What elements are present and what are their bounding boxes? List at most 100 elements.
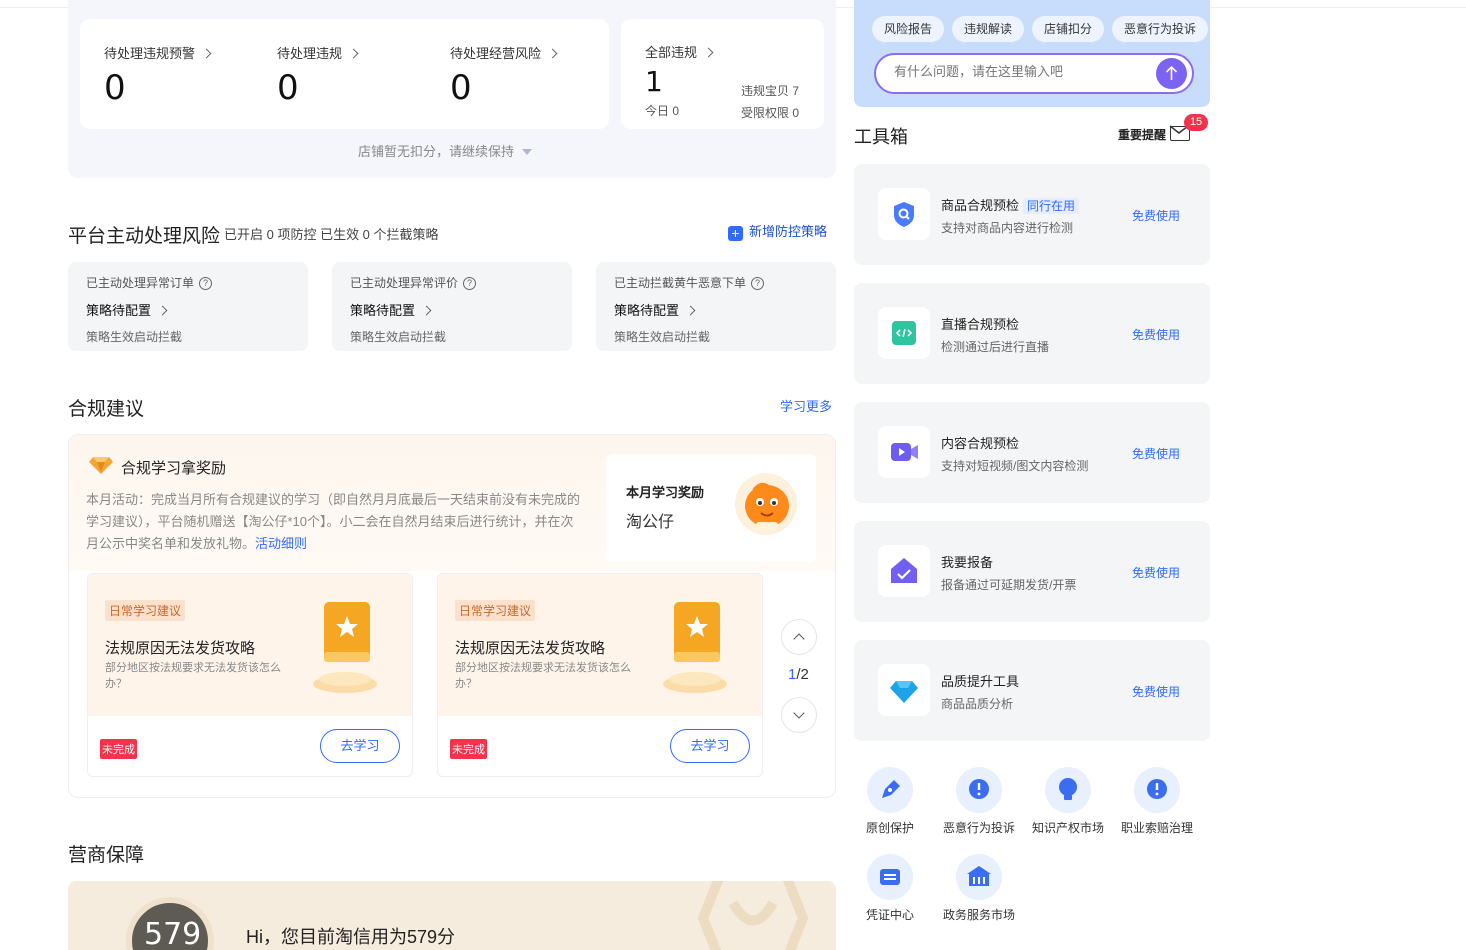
voucher-icon <box>867 854 913 900</box>
learning-tag: 日常学习建议 <box>455 600 536 621</box>
tool-sub: 报备通过可延期发货/开票 <box>941 578 1077 592</box>
credit-banner: 579 Hi，您目前淘信用为579分 <box>68 881 836 950</box>
free-use-link[interactable]: 免费使用 <box>1132 564 1180 581</box>
chevron-right-icon <box>348 48 359 59</box>
stat-violation[interactable]: 待处理违规 0 <box>277 43 359 108</box>
stat-risk-value: 0 <box>450 68 472 108</box>
tool-product-check[interactable]: 商品合规预检 同行在用 支持对商品内容进行检测 免费使用 <box>854 164 1210 265</box>
tool-sub: 检测通过后进行直播 <box>941 340 1050 354</box>
shield-watermark-icon <box>697 881 809 950</box>
risk-card-scalpers[interactable]: 已主动拦截黄牛恶意下单? 策略待配置 策略生效启动拦截 <box>596 262 836 351</box>
today-count: 今日 0 <box>645 104 680 118</box>
violation-baby-count: 违规宝贝 7 <box>741 84 800 98</box>
risk-card-sub: 策略生效启动拦截 <box>614 330 711 344</box>
monthly-reward-prize: 淘公仔 <box>626 514 675 531</box>
platform-risk-desc: 已开启 0 项防控 已生效 0 个拦截策略 <box>224 227 439 242</box>
risk-card-sub: 策略生效启动拦截 <box>350 330 447 344</box>
compliance-title: 合规建议 <box>68 399 145 420</box>
risk-card-orders[interactable]: 已主动处理异常订单? 策略待配置 策略生效启动拦截 <box>68 262 308 351</box>
quick-gov-market[interactable]: 政务服务市场 <box>934 854 1024 923</box>
help-icon[interactable]: ? <box>751 277 765 290</box>
learning-desc: 部分地区按法规要求无法发货该怎么办？ <box>455 662 631 690</box>
learn-more-link[interactable]: 学习更多 <box>780 396 832 415</box>
all-violation-label: 全部违规 <box>645 45 698 60</box>
free-use-link[interactable]: 免费使用 <box>1132 326 1180 343</box>
quick-label: 恶意行为投诉 <box>942 821 1015 835</box>
quick-label: 职业索赔治理 <box>1120 821 1193 835</box>
ai-pill-store-deduction[interactable]: 店铺扣分 <box>1032 16 1105 42</box>
help-icon[interactable]: ? <box>199 277 213 290</box>
go-study-button[interactable]: 去学习 <box>670 729 750 763</box>
quick-ip-market[interactable]: 知识产权市场 <box>1023 767 1113 836</box>
alert-bubble-icon <box>956 767 1002 813</box>
ai-question-field[interactable] <box>894 64 1144 79</box>
stat-violation-value: 0 <box>277 68 299 108</box>
learning-desc: 部分地区按法规要求无法发货该怎么办？ <box>105 662 281 690</box>
reward-title: 合规学习拿奖励 <box>121 460 227 477</box>
quick-claim-governance[interactable]: 职业索赔治理 <box>1112 767 1202 836</box>
mascot-image <box>734 472 798 539</box>
quick-label: 知识产权市场 <box>1031 821 1104 835</box>
peer-using-tag: 同行在用 <box>1023 198 1080 214</box>
all-violation-card[interactable]: 全部违规 1 今日 0 违规宝贝 7 受限权限 0 <box>621 19 824 129</box>
tool-quality[interactable]: 品质提升工具 商品品质分析 免费使用 <box>854 640 1210 741</box>
tool-title: 直播合规预检 <box>941 317 1020 332</box>
prev-page-button[interactable] <box>781 619 817 655</box>
diamond-icon <box>89 455 113 478</box>
quick-original-protection[interactable]: 原创保护 <box>845 767 935 836</box>
monthly-reward-card: 本月学习奖励 淘公仔 <box>606 454 816 562</box>
status-badge: 未完成 <box>450 739 487 759</box>
quick-malicious-complaint[interactable]: 恶意行为投诉 <box>934 767 1024 836</box>
activity-rules-link[interactable]: 活动细则 <box>255 536 307 551</box>
stat-violation-label: 待处理违规 <box>277 46 343 61</box>
deduction-note[interactable]: 店铺暂无扣分，请继续保持 <box>358 141 532 160</box>
pagination-indicator: 1/2 <box>788 666 809 683</box>
add-strategy-label: 新增防控策略 <box>749 224 828 239</box>
free-use-link[interactable]: 免费使用 <box>1132 683 1180 700</box>
plus-icon: + <box>728 226 743 241</box>
stat-risk-label: 待处理经营风险 <box>450 46 542 61</box>
risk-card-reviews[interactable]: 已主动处理异常评价? 策略待配置 策略生效启动拦截 <box>332 262 572 351</box>
risk-card-status: 策略待配置 <box>350 303 416 318</box>
risk-card-status: 策略待配置 <box>614 303 680 318</box>
send-button[interactable] <box>1156 58 1187 89</box>
notification-badge: 15 <box>1184 114 1208 131</box>
free-use-link[interactable]: 免费使用 <box>1132 207 1180 224</box>
risk-card-status: 策略待配置 <box>86 303 152 318</box>
important-reminder[interactable]: 重要提醒 15 <box>1118 114 1208 143</box>
tool-live-check[interactable]: 直播合规预检 检测通过后进行直播 免费使用 <box>854 283 1210 384</box>
video-camera-icon <box>878 426 930 478</box>
tool-report-filing[interactable]: 我要报备 报备通过可延期发货/开票 免费使用 <box>854 521 1210 622</box>
stat-risk[interactable]: 待处理经营风险 0 <box>450 43 558 108</box>
add-strategy-button[interactable]: + 新增防控策略 <box>728 221 827 241</box>
guarantee-title: 营商保障 <box>68 845 145 866</box>
tool-title: 我要报备 <box>941 555 994 570</box>
reward-desc: 本月活动：完成当月所有合规建议的学习（即自然月月底最后一天结束前没有未完成的学习… <box>86 492 581 551</box>
tool-title: 商品合规预检 <box>941 198 1020 213</box>
tool-sub: 支持对商品内容进行检测 <box>941 221 1074 235</box>
ai-pill-risk-report[interactable]: 风险报告 <box>872 16 945 42</box>
ai-pill-malicious-complaint[interactable]: 恶意行为投诉 <box>1112 16 1209 42</box>
chevron-up-icon <box>793 633 805 645</box>
chevron-right-icon <box>685 305 696 316</box>
chevron-down-icon <box>793 707 805 719</box>
code-icon <box>878 307 930 359</box>
chevron-right-icon <box>201 48 212 59</box>
help-icon[interactable]: ? <box>463 277 477 290</box>
quick-voucher-center[interactable]: 凭证中心 <box>845 854 935 923</box>
go-study-button[interactable]: 去学习 <box>320 729 400 763</box>
alert-bubble-icon <box>1134 767 1180 813</box>
monthly-reward-label: 本月学习奖励 <box>626 485 705 500</box>
free-use-link[interactable]: 免费使用 <box>1132 445 1180 462</box>
next-page-button[interactable] <box>781 697 817 733</box>
chevron-right-icon <box>547 48 558 59</box>
ai-ask-input[interactable] <box>874 53 1194 94</box>
ai-pill-violation-explain[interactable]: 违规解读 <box>952 16 1025 42</box>
all-violation-value: 1 <box>645 65 663 98</box>
stat-warning[interactable]: 待处理违规预警 0 <box>104 43 212 108</box>
tool-content-check[interactable]: 内容合规预检 支持对短视频/图文内容检测 免费使用 <box>854 402 1210 503</box>
learning-card: 日常学习建议 法规原因无法发货攻略 部分地区按法规要求无法发货该怎么办？ 未完成… <box>87 573 413 777</box>
credit-score: 579 <box>144 917 202 950</box>
lightbulb-icon <box>1045 767 1091 813</box>
shield-search-icon <box>878 188 930 240</box>
